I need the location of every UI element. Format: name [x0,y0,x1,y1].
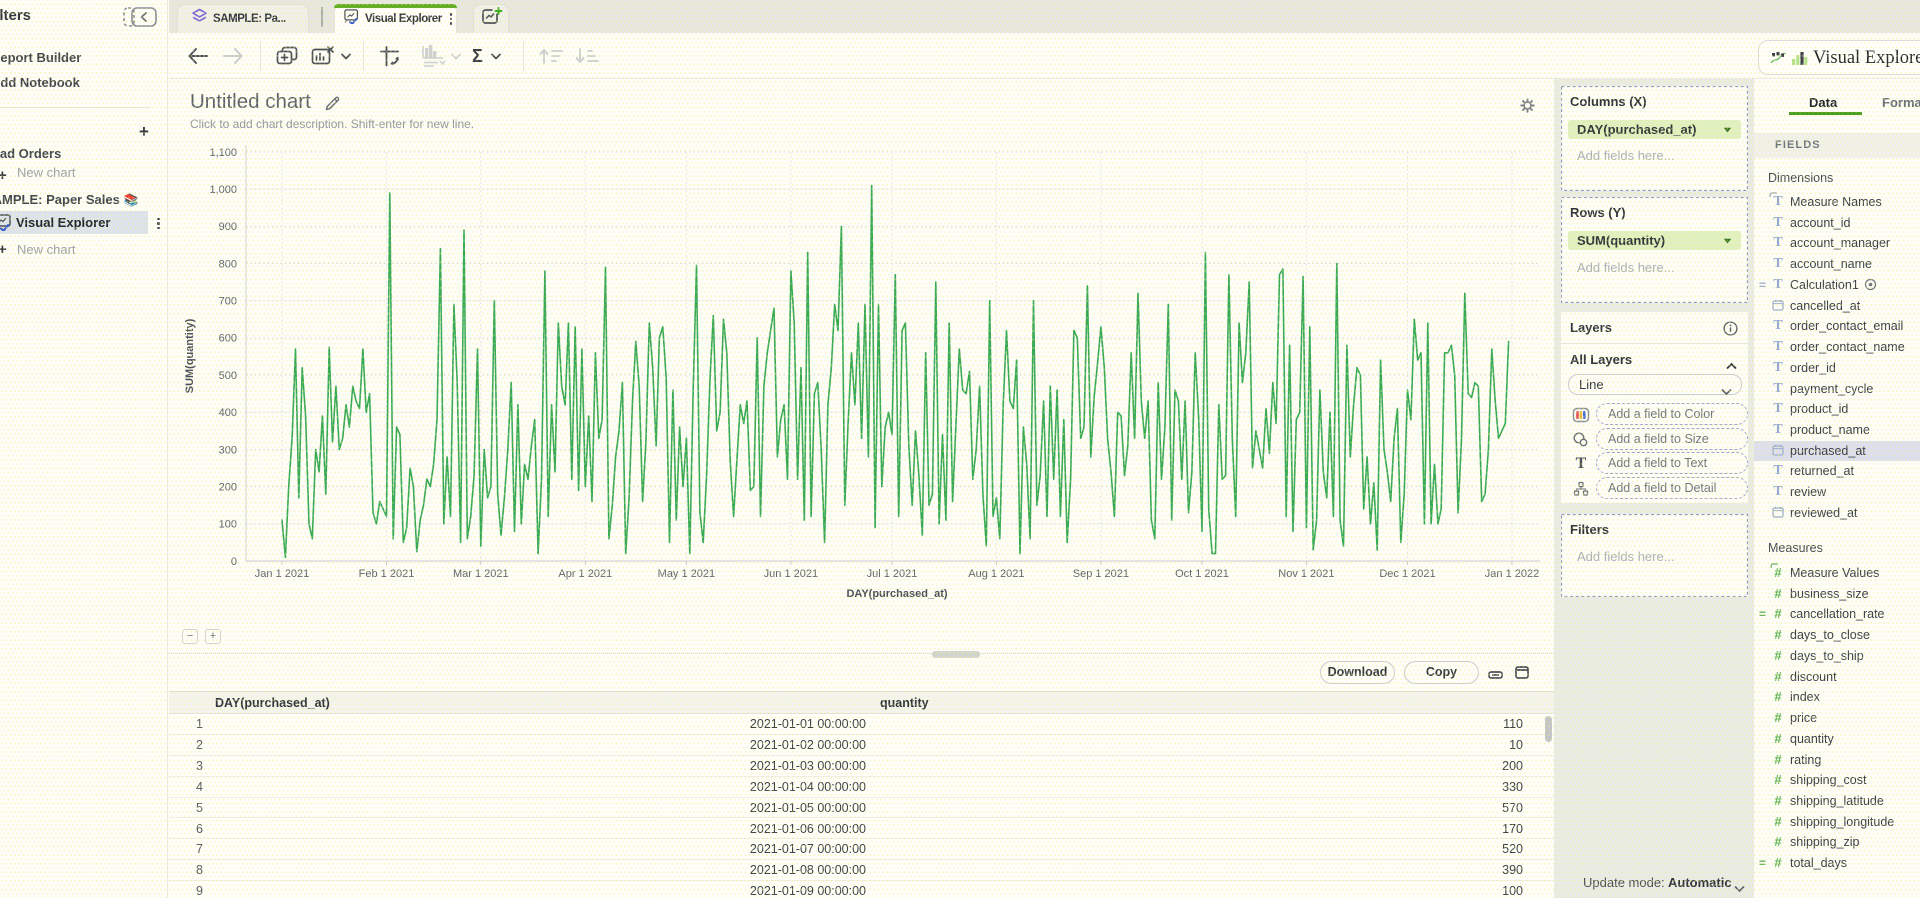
svg-text:Jan 1 2022: Jan 1 2022 [1485,568,1539,580]
svg-text:Jul 1 2021: Jul 1 2021 [867,568,918,580]
svg-text:600: 600 [219,333,237,345]
svg-text:Jan 1 2021: Jan 1 2021 [255,568,309,580]
svg-text:Apr 1 2021: Apr 1 2021 [558,568,612,580]
svg-text:1,000: 1,000 [209,184,237,196]
svg-text:Feb 1 2021: Feb 1 2021 [359,568,415,580]
svg-text:0: 0 [231,556,237,568]
svg-text:900: 900 [219,221,237,233]
svg-text:800: 800 [219,258,237,270]
svg-text:Aug 1 2021: Aug 1 2021 [968,568,1024,580]
svg-text:100: 100 [219,519,237,531]
svg-text:Sep 1 2021: Sep 1 2021 [1073,568,1129,580]
svg-text:300: 300 [219,444,237,456]
svg-text:500: 500 [219,370,237,382]
svg-text:DAY(purchased_at): DAY(purchased_at) [846,588,947,600]
svg-text:700: 700 [219,296,237,308]
svg-text:Oct 1 2021: Oct 1 2021 [1175,568,1229,580]
svg-text:Jun 1 2021: Jun 1 2021 [764,568,818,580]
svg-text:Mar 1 2021: Mar 1 2021 [453,568,509,580]
svg-text:Dec 1 2021: Dec 1 2021 [1379,568,1435,580]
svg-text:SUM(quantity): SUM(quantity) [184,318,196,393]
svg-text:400: 400 [219,407,237,419]
svg-text:200: 200 [219,481,237,493]
svg-text:1,100: 1,100 [209,147,237,159]
svg-text:May 1 2021: May 1 2021 [658,568,715,580]
svg-text:Nov 1 2021: Nov 1 2021 [1278,568,1334,580]
